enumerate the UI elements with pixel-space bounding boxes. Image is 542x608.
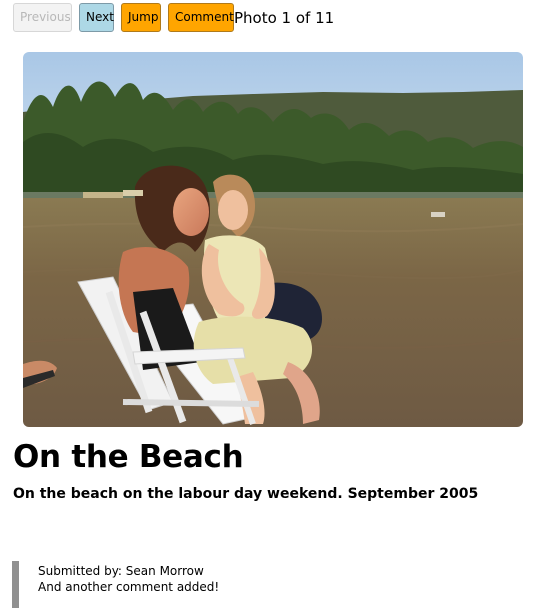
next-button[interactable]: Next <box>79 3 114 32</box>
beach-photo-illustration <box>23 52 523 427</box>
comment-button[interactable]: Comment <box>168 3 234 32</box>
photo <box>23 52 523 427</box>
previous-button[interactable]: Previous <box>13 3 72 32</box>
photo-counter: Photo 1 of 11 <box>234 8 335 27</box>
jump-button[interactable]: Jump <box>121 3 161 32</box>
comment-block: Submitted by: Sean Morrow And another co… <box>12 561 312 608</box>
photo-title: On the Beach <box>13 439 244 475</box>
comment-text: And another comment added! <box>38 580 220 594</box>
comment-author: Submitted by: Sean Morrow <box>38 564 204 578</box>
photo-caption: On the beach on the labour day weekend. … <box>13 486 479 502</box>
photo-toolbar: Previous Next Jump Comment Photo 1 of 11 <box>13 3 334 32</box>
